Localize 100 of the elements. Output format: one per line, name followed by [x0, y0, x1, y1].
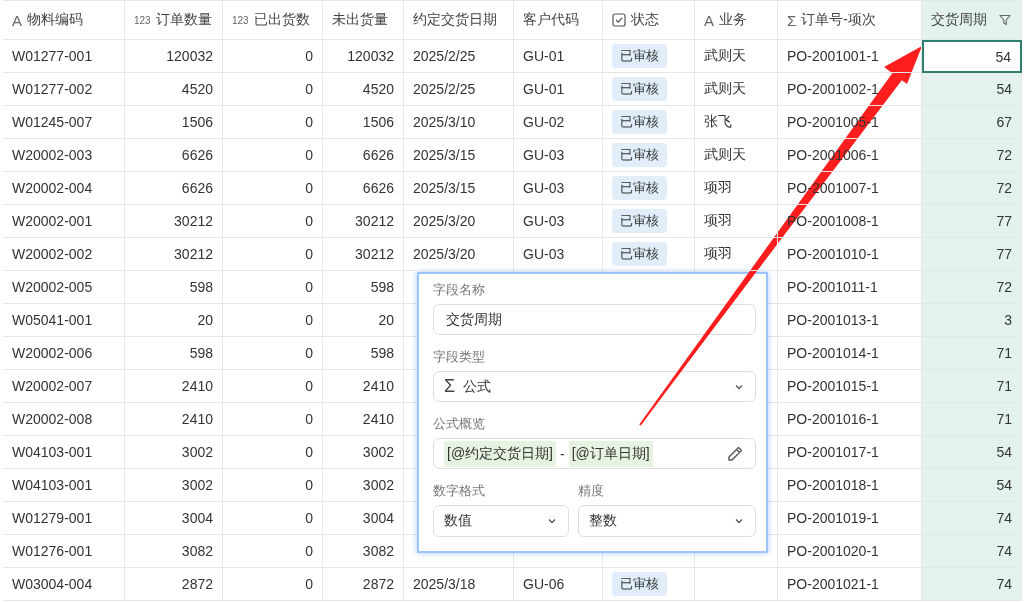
table-cell: 0	[223, 304, 323, 337]
column-header[interactable]: A 业务	[695, 0, 778, 40]
table-cell: 598	[125, 271, 223, 304]
table-cell: W03004-004	[3, 568, 125, 601]
table-cell: 74	[922, 502, 1022, 535]
table-cell: 3004	[323, 502, 404, 535]
table-cell: 20	[323, 304, 404, 337]
formula-preview-field[interactable]: [@约定交货日期] - [@订单日期]	[433, 438, 756, 469]
table-cell: 6626	[125, 172, 223, 205]
table-cell: 67	[922, 106, 1022, 139]
table-cell: GU-06	[514, 568, 603, 601]
precision-dropdown[interactable]: 整数	[578, 505, 756, 537]
table-cell: 2410	[323, 370, 404, 403]
table-cell: GU-01	[514, 73, 603, 106]
table-cell: 72	[922, 271, 1022, 304]
number-format-dropdown[interactable]: 数值	[433, 505, 569, 537]
table-cell: W01277-001	[3, 40, 125, 73]
status-badge: 已审核	[612, 572, 667, 596]
column-title: 订单数量	[155, 11, 212, 29]
field-label: 字段名称	[433, 282, 485, 298]
table-cell: W20002-007	[3, 370, 125, 403]
column-type-icon: A	[12, 11, 22, 29]
table-cell: 72	[922, 172, 1022, 205]
table-cell: 0	[223, 205, 323, 238]
table-cell: 0	[223, 172, 323, 205]
table-cell: W20002-004	[3, 172, 125, 205]
table-cell: 2410	[125, 370, 223, 403]
column-header[interactable]: 客户代码	[514, 0, 603, 40]
field-type-dropdown[interactable]: Σ 公式	[433, 371, 756, 402]
table-cell: 2025/3/15	[404, 172, 514, 205]
table-cell: 2410	[125, 403, 223, 436]
table-cell: 项羽	[695, 172, 778, 205]
table-cell: 30212	[323, 205, 404, 238]
table-cell: 30212	[125, 205, 223, 238]
table-cell: 武则天	[695, 40, 778, 73]
column-header[interactable]: 交货周期	[922, 0, 1022, 40]
table-cell: 武则天	[695, 139, 778, 172]
field-name-input[interactable]: 交货周期	[433, 304, 756, 335]
table-cell: W20002-006	[3, 337, 125, 370]
table-cell: 2025/3/10	[404, 106, 514, 139]
table-cell: W20002-005	[3, 271, 125, 304]
field-token: [@约定交货日期]	[444, 440, 556, 467]
filter-icon[interactable]	[998, 13, 1012, 27]
status-badge: 已审核	[612, 143, 667, 167]
table-cell: 74	[922, 568, 1022, 601]
column-title: 状态	[631, 11, 659, 29]
column-type-icon: Σ	[787, 11, 797, 29]
column-header[interactable]: 约定交货日期	[404, 0, 514, 40]
column-header[interactable]: A 物料编码	[3, 0, 125, 40]
table-cell: W05041-001	[3, 304, 125, 337]
table-cell: 598	[323, 271, 404, 304]
column-type-icon: 123	[134, 14, 151, 26]
table-cell: 0	[223, 73, 323, 106]
column-title: 未出货量	[332, 11, 388, 29]
column-header[interactable]: 123 已出货数	[223, 0, 323, 40]
table-cell: 0	[223, 139, 323, 172]
column-type-icon: A	[704, 11, 714, 29]
table-cell: W01276-001	[3, 535, 125, 568]
field-label: 字段类型	[433, 349, 485, 365]
table-cell: 2872	[323, 568, 404, 601]
table-cell: 77	[922, 238, 1022, 271]
table-cell: 2410	[323, 403, 404, 436]
table-cell: 54	[922, 469, 1022, 502]
status-badge: 已审核	[612, 110, 667, 134]
table-cell: 54	[922, 436, 1022, 469]
table-cell: 20	[125, 304, 223, 337]
table-cell: W04103-001	[3, 469, 125, 502]
table-cell: W20002-002	[3, 238, 125, 271]
field-token: [@订单日期]	[568, 440, 653, 467]
table-cell: 0	[223, 40, 323, 73]
table-cell: 3082	[125, 535, 223, 568]
column-type-icon: 123	[232, 14, 249, 26]
table-cell: 3002	[125, 436, 223, 469]
column-title: 约定交货日期	[413, 11, 497, 29]
table-cell: GU-03	[514, 139, 603, 172]
table-cell: 4520	[125, 73, 223, 106]
table-cell: W01245-007	[3, 106, 125, 139]
table-cell: 4520	[323, 73, 404, 106]
table-cell: 0	[223, 403, 323, 436]
table-cell: 3002	[125, 469, 223, 502]
table-cell: 3002	[323, 469, 404, 502]
table-cell: 2025/3/20	[404, 205, 514, 238]
table-cell: 3002	[323, 436, 404, 469]
column-header[interactable]: 状态	[603, 0, 695, 40]
table-cell: 0	[223, 502, 323, 535]
table-cell: GU-03	[514, 205, 603, 238]
column-header[interactable]: 未出货量	[323, 0, 404, 40]
table-cell: 张飞	[695, 106, 778, 139]
table-cell: GU-03	[514, 172, 603, 205]
table-cell: 0	[223, 238, 323, 271]
table-cell: 武则天	[695, 73, 778, 106]
table-cell: 0	[223, 337, 323, 370]
table-cell: 0	[223, 436, 323, 469]
column-header[interactable]: 123 订单数量	[125, 0, 223, 40]
table-cell: 598	[323, 337, 404, 370]
table-cell: 0	[223, 568, 323, 601]
table-cell: 3004	[125, 502, 223, 535]
status-badge: 已审核	[612, 44, 667, 68]
table-cell: 2025/3/15	[404, 139, 514, 172]
table-cell: W04103-001	[3, 436, 125, 469]
